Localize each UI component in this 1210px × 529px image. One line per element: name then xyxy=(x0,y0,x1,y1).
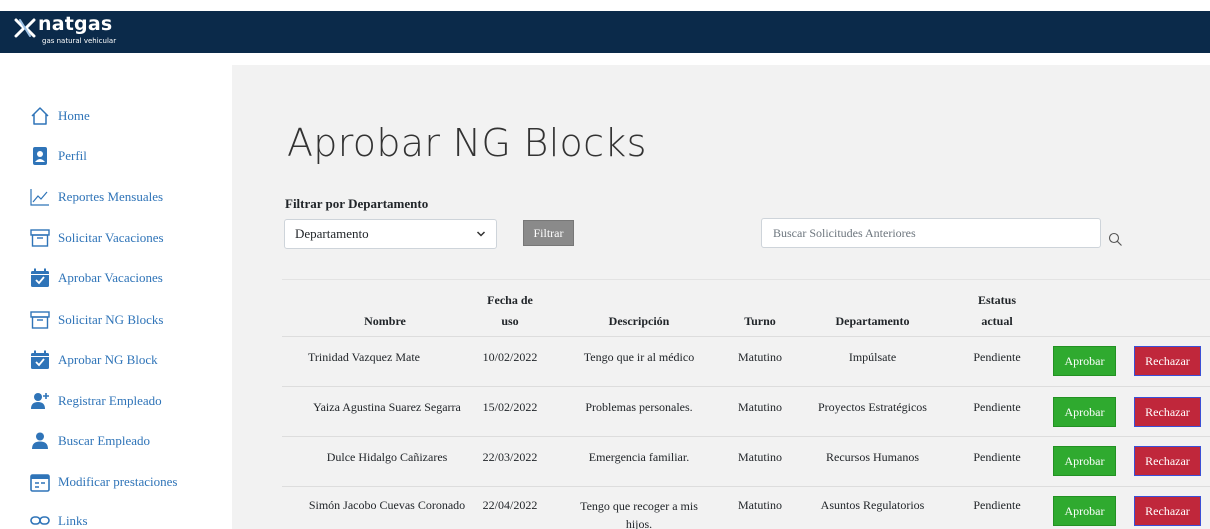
sidebar-item-solicitar-ng-blocks[interactable]: Solicitar NG Blocks xyxy=(30,308,163,332)
home-icon xyxy=(30,106,50,126)
reject-button[interactable]: Rechazar xyxy=(1134,446,1201,476)
table-header-divider xyxy=(282,336,1210,337)
cell-fecha: 22/04/2022 xyxy=(482,498,538,512)
sidebar-item-buscar-empleado[interactable]: Buscar Empleado xyxy=(30,429,150,453)
cell-descripcion: Problemas personales. xyxy=(585,400,693,414)
sidebar-item-label: Home xyxy=(58,108,90,123)
user-add-icon xyxy=(30,391,50,411)
cell-fecha: 22/03/2022 xyxy=(482,450,538,464)
link-icon xyxy=(30,511,50,529)
calendar-edit-icon xyxy=(30,472,50,492)
sidebar-item-label: Reportes Mensuales xyxy=(58,189,164,204)
archive-icon xyxy=(30,228,50,248)
column-header-departamento: Departamento xyxy=(835,314,910,328)
calendar-check-icon xyxy=(30,268,50,288)
table-row-divider xyxy=(282,436,1210,437)
page-title: Aprobar NG Blocks xyxy=(287,121,647,165)
archive-icon xyxy=(30,310,50,330)
cell-estatus: Pendiente xyxy=(973,450,1021,464)
logo-wordmark: natgas xyxy=(38,13,113,35)
top-header-bar: natgas gas natural vehicular xyxy=(0,11,1210,53)
sidebar-item-registrar-empleado[interactable]: Registrar Empleado xyxy=(30,389,162,413)
sidebar-item-aprobar-vacaciones[interactable]: Aprobar Vacaciones xyxy=(30,266,163,290)
cell-turno: Matutino xyxy=(738,400,782,414)
cell-descripcion: Tengo que ir al médico xyxy=(583,350,695,364)
cell-departamento: Asuntos Regulatorios xyxy=(820,498,925,512)
cell-departamento: Recursos Humanos xyxy=(826,450,919,464)
sidebar-item-label: Registrar Empleado xyxy=(58,393,162,408)
cell-fecha: 15/02/2022 xyxy=(482,400,538,414)
reject-button[interactable]: Rechazar xyxy=(1134,397,1201,427)
sidebar-item-perfil[interactable]: Perfil xyxy=(30,144,87,168)
department-select[interactable]: Departamento xyxy=(284,219,497,249)
cell-turno: Matutino xyxy=(738,498,782,512)
sidebar-item-modificar-prestaciones[interactable]: Modificar prestaciones xyxy=(30,470,177,494)
cell-departamento: Proyectos Estratégicos xyxy=(818,400,927,414)
sidebar-item-solicitar-vacaciones[interactable]: Solicitar Vacaciones xyxy=(30,226,164,250)
cell-nombre: Simón Jacobo Cuevas Coronado xyxy=(308,498,466,512)
table-row-divider xyxy=(282,386,1210,387)
sidebar-item-label: Perfil xyxy=(58,148,87,163)
approve-button[interactable]: Aprobar xyxy=(1053,446,1116,476)
profile-icon xyxy=(30,146,50,166)
reject-button[interactable]: Rechazar xyxy=(1134,496,1201,526)
column-header-estatus-line1: Estatus xyxy=(977,293,1016,307)
sidebar-item-label: Aprobar Vacaciones xyxy=(58,270,163,285)
reject-button[interactable]: Rechazar xyxy=(1134,346,1201,376)
column-header-descripcion: Descripción xyxy=(608,314,670,328)
approve-button[interactable]: Aprobar xyxy=(1053,397,1116,427)
sidebar-item-label: Links xyxy=(58,513,88,528)
search-previous-requests-input[interactable]: Buscar Solicitudes Anteriores xyxy=(761,218,1101,248)
cell-turno: Matutino xyxy=(738,450,782,464)
cell-nombre: Dulce Hidalgo Cañizares xyxy=(326,450,448,464)
sidebar-item-reportes-mensuales[interactable]: Reportes Mensuales xyxy=(30,185,163,209)
filter-department-label: Filtrar por Departamento xyxy=(285,196,429,211)
user-icon xyxy=(30,431,50,451)
cell-nombre: Yaiza Agustina Suarez Segarra xyxy=(313,400,461,414)
logo-tagline: gas natural vehicular xyxy=(42,37,117,45)
calendar-check-icon xyxy=(30,350,50,370)
table-top-divider xyxy=(282,279,1210,280)
filter-button[interactable]: Filtrar xyxy=(523,220,574,246)
department-select-value: Departamento xyxy=(295,226,369,241)
column-header-turno: Turno xyxy=(744,314,776,328)
sidebar-item-home[interactable]: Home xyxy=(30,104,90,128)
chart-line-icon xyxy=(30,187,50,207)
sidebar-item-label: Buscar Empleado xyxy=(58,433,151,448)
cell-estatus: Pendiente xyxy=(973,400,1021,414)
natgas-logo[interactable]: natgas gas natural vehicular xyxy=(14,13,134,49)
search-icon[interactable] xyxy=(1108,232,1123,247)
cell-departamento: Impúlsate xyxy=(848,350,897,364)
sidebar-item-links[interactable]: Links xyxy=(30,509,88,529)
cell-estatus: Pendiente xyxy=(973,350,1021,364)
cell-turno: Matutino xyxy=(738,350,782,364)
sidebar-item-label: Modificar prestaciones xyxy=(58,474,178,489)
column-header-estatus-line2: actual xyxy=(981,314,1013,328)
column-header-nombre: Nombre xyxy=(364,314,406,328)
sidebar-item-label: Aprobar NG Block xyxy=(58,352,158,367)
chevron-down-icon xyxy=(476,231,486,237)
column-header-fecha-line2: uso xyxy=(501,314,519,328)
sidebar-item-aprobar-ng-block[interactable]: Aprobar NG Block xyxy=(30,348,158,372)
cell-descripcion: Tengo que recoger a mis hijos. xyxy=(580,499,698,529)
cell-nombre: Trinidad Vazquez Mate xyxy=(308,350,420,364)
cell-fecha: 10/02/2022 xyxy=(482,350,538,364)
approve-button[interactable]: Aprobar xyxy=(1053,346,1116,376)
cell-estatus: Pendiente xyxy=(973,498,1021,512)
approve-button[interactable]: Aprobar xyxy=(1053,496,1116,526)
sidebar-item-label: Solicitar NG Blocks xyxy=(58,312,164,327)
column-header-fecha-line1: Fecha de xyxy=(487,293,533,307)
cell-descripcion: Emergencia familiar. xyxy=(588,450,690,464)
natgas-logo-mark-icon xyxy=(14,18,36,38)
table-row-divider xyxy=(282,486,1210,487)
sidebar-item-label: Solicitar Vacaciones xyxy=(58,230,164,245)
